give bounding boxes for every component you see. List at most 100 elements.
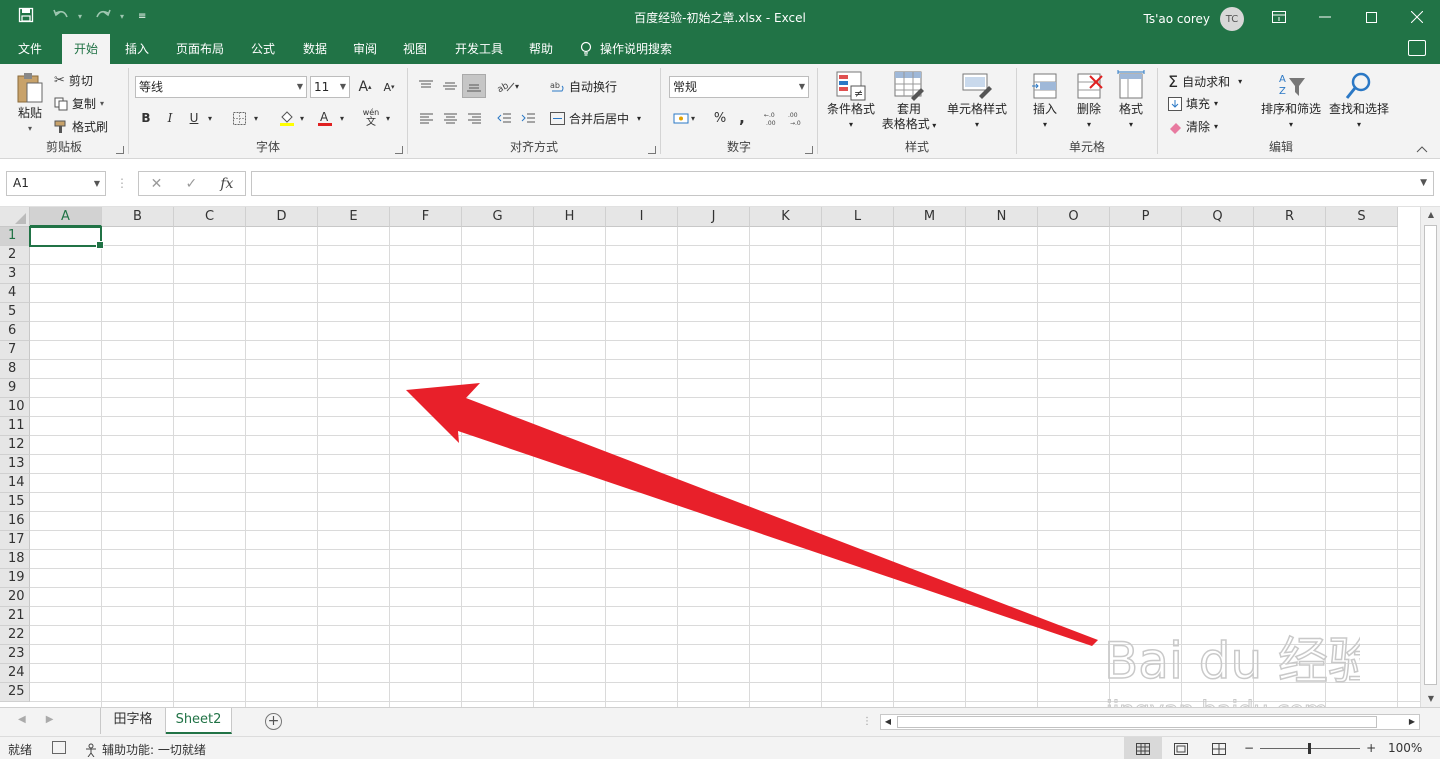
- increase-decimal-button[interactable]: ←.0.00: [763, 108, 783, 128]
- borders-dropdown-icon[interactable]: ▾: [251, 108, 261, 128]
- sheet-tab-2[interactable]: Sheet2: [166, 708, 232, 734]
- font-color-dropdown-icon[interactable]: ▾: [337, 108, 347, 128]
- zoom-level[interactable]: 100%: [1388, 741, 1422, 755]
- row-header[interactable]: 1: [0, 227, 30, 246]
- sort-filter-button[interactable]: AZ 排序和筛选 ▾: [1258, 70, 1324, 132]
- tell-me-search[interactable]: 操作说明搜索: [580, 34, 690, 64]
- align-middle-button[interactable]: [440, 76, 460, 96]
- borders-button[interactable]: [229, 108, 249, 128]
- align-right-button[interactable]: [464, 108, 484, 128]
- row-header[interactable]: 5: [0, 303, 30, 322]
- row-header[interactable]: 3: [0, 265, 30, 284]
- account-area[interactable]: Ts'ao corey TC: [1144, 7, 1244, 31]
- minimize-icon[interactable]: [1302, 0, 1348, 34]
- row-header[interactable]: 17: [0, 531, 30, 550]
- zoom-in-icon[interactable]: +: [1366, 741, 1376, 755]
- tab-developer[interactable]: 开发工具: [446, 34, 512, 64]
- column-header[interactable]: D: [246, 207, 318, 227]
- scroll-up-icon[interactable]: ▲: [1421, 207, 1440, 223]
- wrap-text-button[interactable]: ab 自动换行: [550, 78, 617, 95]
- column-header[interactable]: A: [30, 207, 102, 227]
- row-header[interactable]: 18: [0, 550, 30, 569]
- paste-button[interactable]: 粘贴 ▾: [10, 72, 50, 136]
- scroll-down-icon[interactable]: ▼: [1421, 691, 1440, 707]
- accessibility-status[interactable]: 辅助功能: 一切就绪: [84, 741, 206, 758]
- undo-dropdown-icon[interactable]: ▾: [78, 12, 82, 21]
- expand-formula-bar-icon[interactable]: ▼: [1420, 178, 1427, 188]
- row-header[interactable]: 8: [0, 360, 30, 379]
- tab-home[interactable]: 开始: [62, 34, 110, 64]
- merge-dropdown-icon[interactable]: ▾: [637, 114, 641, 123]
- delete-cells-button[interactable]: 删除 ▾: [1069, 70, 1109, 132]
- alignment-launcher-icon[interactable]: [648, 146, 656, 154]
- collapse-ribbon-icon[interactable]: [1414, 142, 1430, 156]
- row-header[interactable]: 14: [0, 474, 30, 493]
- row-header[interactable]: 6: [0, 322, 30, 341]
- column-header[interactable]: I: [606, 207, 678, 227]
- underline-dropdown-icon[interactable]: ▾: [205, 108, 215, 128]
- scroll-right-icon[interactable]: ▶: [1405, 715, 1419, 729]
- column-header[interactable]: R: [1254, 207, 1326, 227]
- grow-font-button[interactable]: A ▴: [355, 77, 375, 97]
- column-header[interactable]: S: [1326, 207, 1398, 227]
- row-header[interactable]: 10: [0, 398, 30, 417]
- conditional-formatting-button[interactable]: ≠ 条件格式 ▾: [822, 70, 880, 132]
- fill-color-dropdown-icon[interactable]: ▾: [297, 108, 307, 128]
- tab-view[interactable]: 视图: [394, 34, 436, 64]
- font-size-select[interactable]: 11 ▼: [310, 76, 350, 98]
- shrink-font-button[interactable]: A ▾: [379, 77, 399, 97]
- column-header[interactable]: G: [462, 207, 534, 227]
- zoom-slider[interactable]: − +: [1244, 741, 1376, 755]
- number-format-select[interactable]: 常规 ▼: [669, 76, 809, 98]
- cancel-icon[interactable]: ✕: [151, 176, 163, 192]
- format-painter-button[interactable]: 格式刷: [54, 118, 108, 135]
- align-left-button[interactable]: [416, 108, 436, 128]
- orientation-button[interactable]: ab ▾: [496, 76, 520, 96]
- align-center-button[interactable]: [440, 108, 460, 128]
- column-header[interactable]: N: [966, 207, 1038, 227]
- number-launcher-icon[interactable]: [805, 146, 813, 154]
- page-layout-view-icon[interactable]: [1162, 737, 1200, 759]
- horizontal-scroll-thumb[interactable]: [897, 716, 1377, 728]
- row-header[interactable]: 11: [0, 417, 30, 436]
- row-header[interactable]: 16: [0, 512, 30, 531]
- vertical-scrollbar[interactable]: ▲ ▼: [1420, 207, 1440, 707]
- select-all-button[interactable]: [0, 207, 30, 227]
- add-sheet-icon[interactable]: +: [265, 713, 282, 730]
- tab-file[interactable]: 文件: [8, 34, 52, 64]
- find-select-button[interactable]: 查找和选择 ▾: [1324, 70, 1394, 132]
- italic-button[interactable]: I: [161, 108, 179, 128]
- decrease-indent-button[interactable]: [494, 108, 514, 128]
- paste-dropdown-icon[interactable]: ▾: [28, 121, 32, 136]
- column-header[interactable]: O: [1038, 207, 1110, 227]
- enter-icon[interactable]: ✓: [185, 176, 197, 192]
- tab-data[interactable]: 数据: [294, 34, 336, 64]
- clipboard-launcher-icon[interactable]: [116, 146, 124, 154]
- row-header[interactable]: 22: [0, 626, 30, 645]
- copy-dropdown-icon[interactable]: ▾: [100, 99, 104, 108]
- fill-button[interactable]: 填充 ▾: [1168, 95, 1218, 112]
- vertical-scroll-thumb[interactable]: [1424, 225, 1437, 685]
- column-header[interactable]: E: [318, 207, 390, 227]
- tab-split-handle-icon[interactable]: ⋮: [862, 716, 872, 727]
- row-header[interactable]: 19: [0, 569, 30, 588]
- format-as-table-button[interactable]: 套用 表格格式 ▾: [878, 70, 940, 133]
- undo-icon[interactable]: [52, 8, 70, 25]
- zoom-track[interactable]: [1260, 742, 1361, 754]
- tab-help[interactable]: 帮助: [520, 34, 562, 64]
- column-header[interactable]: J: [678, 207, 750, 227]
- autosum-button[interactable]: Σ 自动求和 ▾: [1168, 72, 1242, 91]
- bold-button[interactable]: B: [137, 108, 155, 128]
- percent-style-button[interactable]: %: [711, 108, 729, 128]
- align-bottom-button[interactable]: [462, 74, 486, 98]
- zoom-out-icon[interactable]: −: [1244, 741, 1254, 755]
- cut-button[interactable]: ✂ 剪切: [54, 72, 93, 89]
- format-cells-button[interactable]: 格式 ▾: [1111, 70, 1151, 132]
- row-header[interactable]: 20: [0, 588, 30, 607]
- align-top-button[interactable]: [416, 76, 436, 96]
- name-box[interactable]: A1 ▼: [6, 171, 106, 196]
- column-header[interactable]: F: [390, 207, 462, 227]
- save-icon[interactable]: [18, 7, 34, 26]
- row-header[interactable]: 15: [0, 493, 30, 512]
- close-icon[interactable]: [1394, 0, 1440, 34]
